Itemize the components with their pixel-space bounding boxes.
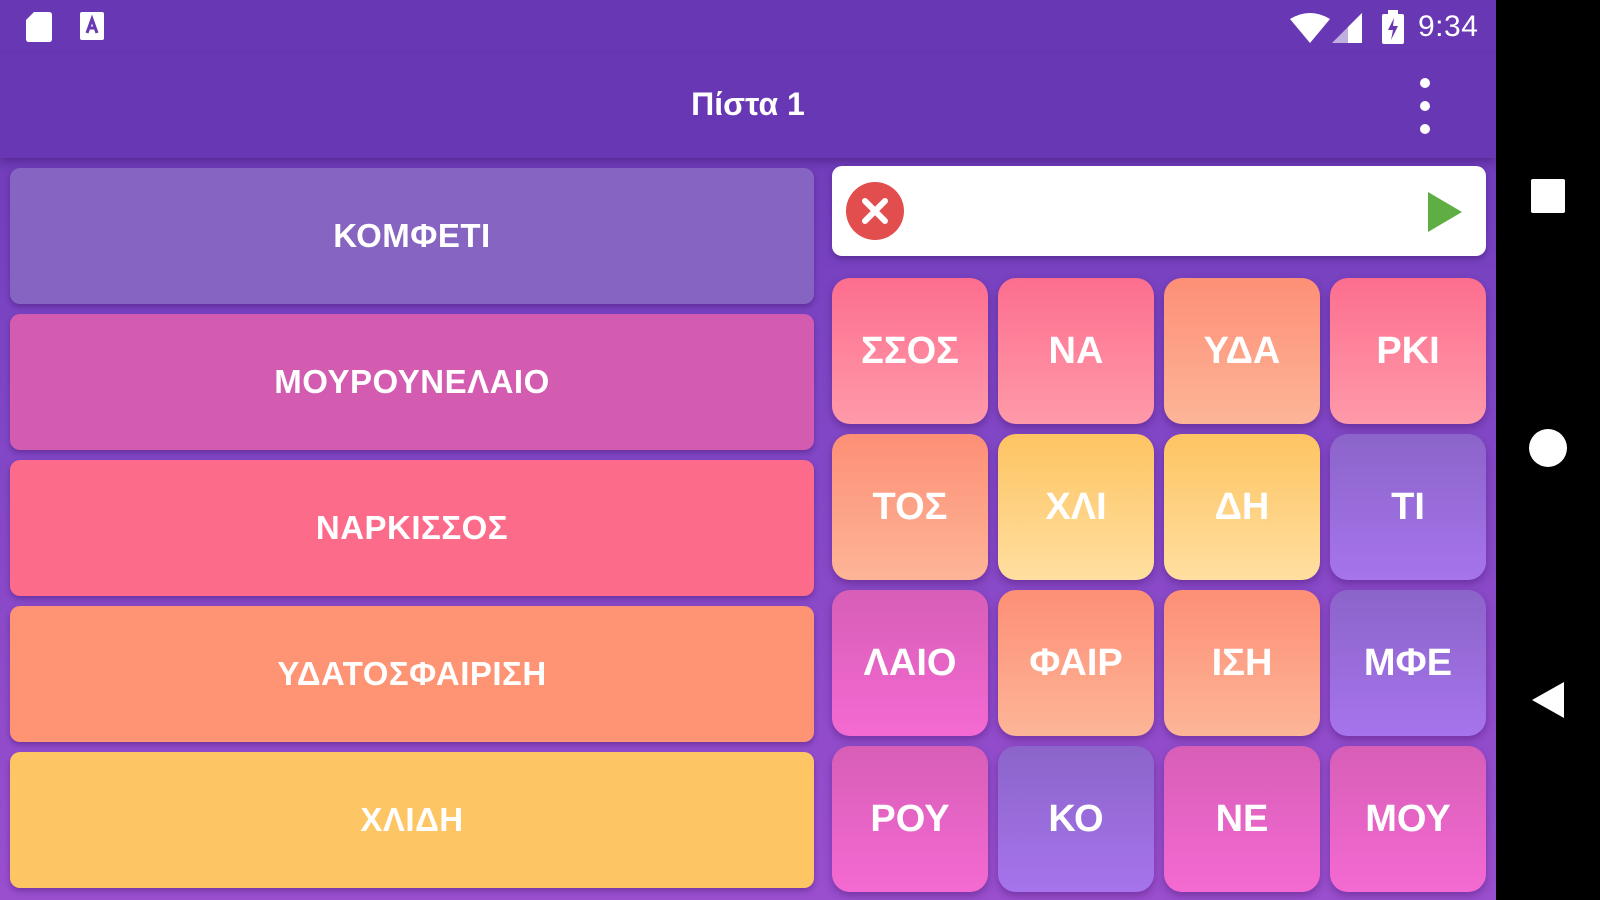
syllable-tile[interactable]: ΜΟΥ	[1330, 746, 1486, 892]
battery-charging-icon	[1382, 10, 1404, 44]
solved-word: ΥΔΑΤΟΣΦΑΙΡΙΣΗ	[10, 606, 814, 742]
system-nav-bar	[1496, 0, 1600, 900]
solved-word: ΜΟΥΡΟΥΝΕΛΑΙΟ	[10, 314, 814, 450]
signal-icon	[1332, 13, 1362, 43]
syllable-tile[interactable]: ΚΟ	[998, 746, 1154, 892]
overflow-menu-icon[interactable]	[1410, 78, 1440, 134]
solved-word: ΚΟΜΦΕΤΙ	[10, 168, 814, 304]
menu-dot	[1420, 124, 1430, 134]
home-button[interactable]	[1496, 428, 1600, 468]
clear-x-icon	[862, 198, 888, 224]
sd-card-icon	[26, 12, 52, 42]
recents-button[interactable]	[1496, 178, 1600, 214]
syllable-tile[interactable]: ΥΔΑ	[1164, 278, 1320, 424]
answer-input-bar	[832, 166, 1486, 256]
app-bar: Πίστα 1	[0, 54, 1496, 158]
syllable-tile[interactable]: ΛΑΙΟ	[832, 590, 988, 736]
syllable-tile[interactable]: ΤΙ	[1330, 434, 1486, 580]
status-bar: 9:34	[0, 0, 1496, 54]
play-submit-icon[interactable]	[1424, 190, 1464, 234]
solved-words-list: ΚΟΜΦΕΤΙ ΜΟΥΡΟΥΝΕΛΑΙΟ ΝΑΡΚΙΣΣΟΣ ΥΔΑΤΟΣΦΑΙ…	[10, 168, 814, 898]
menu-dot	[1420, 78, 1430, 88]
syllable-tile[interactable]: ΔΗ	[1164, 434, 1320, 580]
solved-word: ΧΛΙΔΗ	[10, 752, 814, 888]
solved-word: ΝΑΡΚΙΣΣΟΣ	[10, 460, 814, 596]
clear-button[interactable]	[846, 182, 904, 240]
syllable-tile-grid: ΣΣΟΣ ΝΑ ΥΔΑ ΡΚΙ ΤΟΣ ΧΛΙ ΔΗ ΤΙ ΛΑΙΟ ΦΑΙΡ …	[832, 278, 1488, 894]
syllable-tile[interactable]: ΝΑ	[998, 278, 1154, 424]
home-circle-icon	[1529, 429, 1567, 467]
syllable-tile[interactable]: ΧΛΙ	[998, 434, 1154, 580]
back-button[interactable]	[1496, 680, 1600, 720]
wifi-icon	[1290, 13, 1330, 43]
syllable-tile[interactable]: ΡΚΙ	[1330, 278, 1486, 424]
status-clock: 9:34	[1418, 10, 1479, 43]
syllable-tile[interactable]: ΣΣΟΣ	[832, 278, 988, 424]
syllable-tile[interactable]: ΤΟΣ	[832, 434, 988, 580]
recents-square-icon	[1531, 179, 1565, 213]
syllable-tile[interactable]: ΝΕ	[1164, 746, 1320, 892]
syllable-tile[interactable]: ΜΦΕ	[1330, 590, 1486, 736]
back-triangle-icon	[1532, 682, 1564, 718]
game-screen: 9:34 Πίστα 1 ΚΟΜΦΕΤΙ ΜΟΥΡΟΥΝΕΛΑΙΟ ΝΑΡΚΙΣ…	[0, 0, 1496, 900]
a-notification-icon	[80, 12, 104, 40]
menu-dot	[1420, 101, 1430, 111]
syllable-tile[interactable]: ΦΑΙΡ	[998, 590, 1154, 736]
page-title: Πίστα 1	[691, 86, 805, 122]
syllable-tile[interactable]: ΡΟΥ	[832, 746, 988, 892]
syllable-tile[interactable]: ΙΣΗ	[1164, 590, 1320, 736]
